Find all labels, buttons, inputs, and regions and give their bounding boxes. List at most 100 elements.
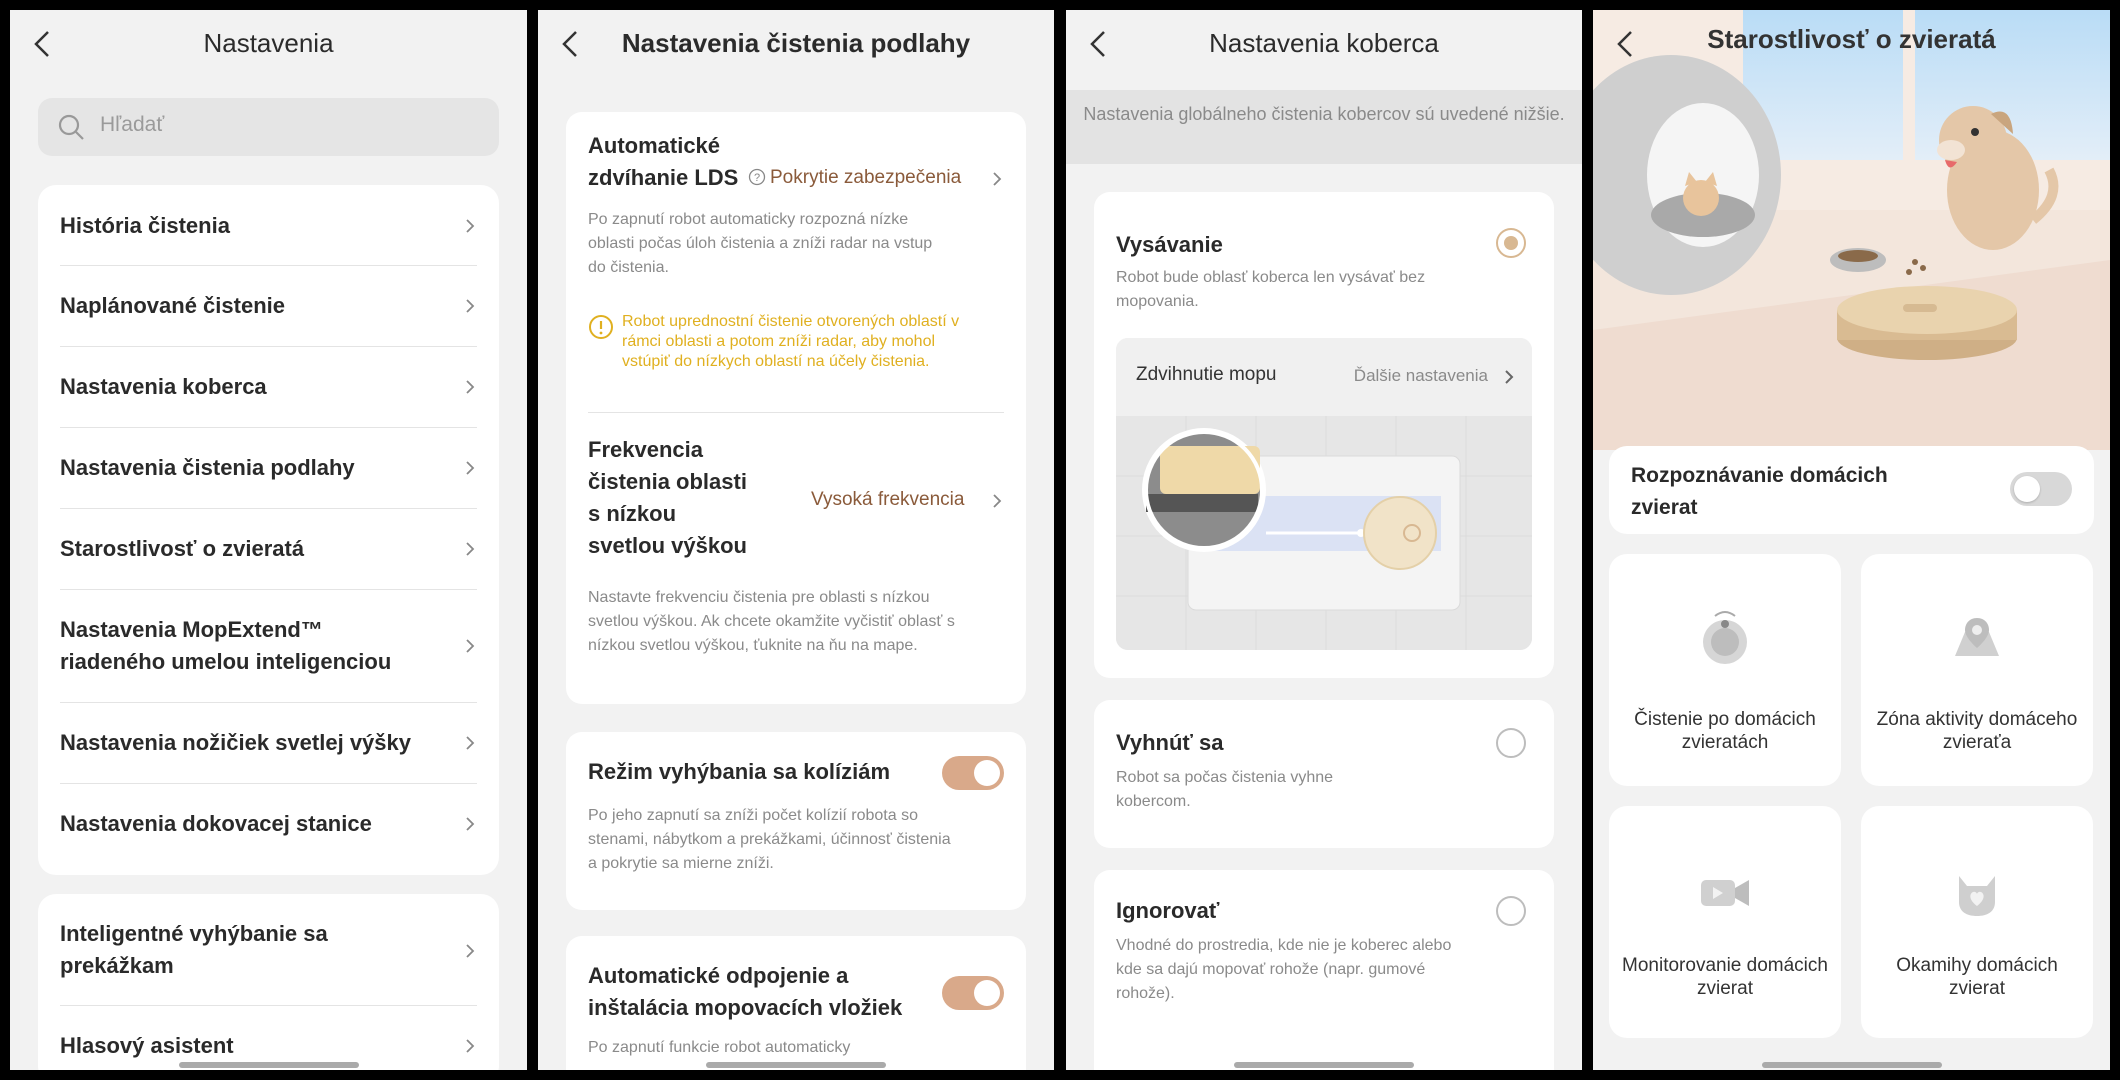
settings-item-obstacle-avoidance[interactable]: Inteligentné vyhýbanie sa prekážkam xyxy=(60,894,477,1006)
home-indicator[interactable] xyxy=(706,1062,886,1068)
page-title: Nastavenia čistenia podlahy xyxy=(621,28,971,58)
mop-lift-label: Zdvihnutie mopu xyxy=(1136,364,1277,385)
low-clearance-frequency-description: Nastavte frekvenciu čistenia pre oblasti… xyxy=(588,589,955,654)
tile-pet-activity-zone[interactable]: Zóna aktivity domáceho zvieraťa xyxy=(1861,554,2093,786)
pet-recognition-toggle[interactable] xyxy=(2010,472,2072,506)
chevron-right-icon xyxy=(463,940,477,962)
home-indicator[interactable] xyxy=(1761,1062,1942,1068)
home-indicator[interactable] xyxy=(178,1062,359,1068)
collision-avoidance-toggle[interactable] xyxy=(942,756,1004,790)
settings-item-label: Starostlivosť o zvieratá xyxy=(60,536,305,561)
option-description: Vhodné do prostredia, kde nie je koberec… xyxy=(1116,937,1452,1002)
lds-settings-card: Automatické zdvíhanie LDS ? Pokrytie zab… xyxy=(566,112,1026,704)
carpet-option-avoid-card[interactable]: Vyhnúť sa Robot sa počas čistenia vyhne … xyxy=(1094,700,1554,848)
option-radio-selected[interactable] xyxy=(1496,228,1526,258)
chevron-right-icon xyxy=(990,168,1004,190)
mop-pads-title: Automatické odpojenie a inštalácia mopov… xyxy=(588,963,903,1020)
mop-pads-card: Automatické odpojenie a inštalácia mopov… xyxy=(566,936,1026,1070)
settings-item-floor-cleaning[interactable]: Nastavenia čistenia podlahy xyxy=(60,428,477,509)
mop-pads-description: Po zapnutí funkcie robot automaticky xyxy=(588,1039,851,1056)
mop-lift-illustration xyxy=(1116,416,1532,650)
chevron-right-icon xyxy=(463,457,477,479)
tile-pet-moments[interactable]: Okamihy domácich zvierat xyxy=(1861,806,2093,1038)
settings-item-pet-care[interactable]: Starostlivosť o zvieratá xyxy=(60,509,477,590)
chevron-right-icon xyxy=(463,376,477,398)
chevron-right-icon xyxy=(463,215,477,237)
option-description: Robot bude oblasť koberca len vysávať be… xyxy=(1116,269,1426,310)
tile-label: Okamihy domácich zvierat xyxy=(1896,955,2058,999)
more-settings-link[interactable]: Ďalšie nastavenia xyxy=(1354,366,1488,386)
toggle-knob xyxy=(974,760,1000,786)
low-clearance-frequency-title: Frekvencia čistenia oblasti s nízkou sve… xyxy=(588,437,747,558)
cat-heart-icon xyxy=(1959,876,1995,916)
option-title: Vysávanie xyxy=(1116,232,1223,257)
toggle-knob xyxy=(2014,476,2040,502)
collision-avoidance-title: Režim vyhýbania sa kolíziám xyxy=(588,759,891,784)
search-input[interactable]: Hľadať xyxy=(38,98,499,156)
settings-item-label: Nastavenia MopExtend™ riadeného umelou i… xyxy=(60,617,392,674)
tile-pet-monitoring[interactable]: Monitorovanie domácich zvierat xyxy=(1609,806,1841,1038)
option-title: Ignorovať xyxy=(1116,898,1220,923)
settings-item-cleaning-history[interactable]: História čistenia xyxy=(60,185,477,266)
page-title: Starostlivosť o zvieratá xyxy=(1707,24,1996,54)
page-title: Nastavenia xyxy=(203,28,334,58)
svg-text:?: ? xyxy=(754,172,760,184)
lds-lift-description: Po zapnutí robot automaticky rozpozná ní… xyxy=(588,211,933,276)
pet-recognition-card: Rozpoznávanie domácich zvierat xyxy=(1609,446,2094,534)
tile-label: Čistenie po domácich zvieratách xyxy=(1634,709,1816,753)
collision-avoidance-card: Režim vyhýbania sa kolíziám Po jeho zapn… xyxy=(566,732,1026,910)
page-title: Nastavenia koberca xyxy=(1209,28,1439,58)
settings-item-label: Nastavenia koberca xyxy=(60,374,267,399)
lds-lift-value: Pokrytie zabezpečenia xyxy=(770,167,962,188)
lds-warning: Robot uprednostní čistenie otvorených ob… xyxy=(588,312,968,372)
top-bar: Nastavenia koberca xyxy=(1066,10,1582,80)
settings-item-carpet[interactable]: Nastavenia koberca xyxy=(60,347,477,428)
settings-item-clearance-feet[interactable]: Nastavenia nožičiek svetlej výšky xyxy=(60,703,477,784)
option-radio[interactable] xyxy=(1496,896,1526,926)
tile-label: Zóna aktivity domáceho zvieraťa xyxy=(1876,709,2078,753)
chevron-right-icon xyxy=(463,813,477,835)
tile-pet-cleaning[interactable]: Čistenie po domácich zvieratách xyxy=(1609,554,1841,786)
info-banner: Nastavenia globálneho čistenia kobercov … xyxy=(1066,90,1582,164)
lds-lift-row[interactable]: Automatické zdvíhanie LDS ? Pokrytie zab… xyxy=(566,112,1026,192)
option-radio[interactable] xyxy=(1496,728,1526,758)
mop-lift-panel: Zdvihnutie mopu Ďalšie nastavenia xyxy=(1116,338,1532,650)
chevron-right-icon xyxy=(463,635,477,657)
settings-item-label: Nastavenia nožičiek svetlej výšky xyxy=(60,730,411,755)
settings-item-label: História čistenia xyxy=(60,213,230,238)
chevron-right-icon xyxy=(1502,366,1516,388)
tile-label: Monitorovanie domácich zvierat xyxy=(1622,955,1828,999)
location-zone-icon xyxy=(1955,618,1999,656)
help-circle-icon[interactable]: ? xyxy=(748,168,766,186)
settings-item-label: Naplánované čistenie xyxy=(60,293,285,318)
top-bar: Starostlivosť o zvieratá xyxy=(1593,10,2110,80)
option-title: Vyhnúť sa xyxy=(1116,730,1224,755)
toggle-knob xyxy=(974,980,1000,1006)
top-bar: Nastavenia čistenia podlahy xyxy=(538,10,1054,80)
chevron-right-icon xyxy=(463,732,477,754)
pet-care-screen: Starostlivosť o zvieratá Rozpoznávanie d… xyxy=(1593,10,2110,1070)
video-camera-icon xyxy=(1701,880,1749,906)
search-icon xyxy=(58,114,84,140)
settings-item-dock-station[interactable]: Nastavenia dokovacej stanice xyxy=(60,784,477,865)
carpet-option-vacuum-card[interactable]: Vysávanie Robot bude oblasť koberca len … xyxy=(1094,192,1554,678)
collision-avoidance-description: Po jeho zapnutí sa zníži počet kolízií r… xyxy=(588,807,951,872)
low-clearance-frequency-value: Vysoká frekvencia xyxy=(811,489,965,510)
settings-item-voice-assistant[interactable]: Hlasový asistent xyxy=(60,1006,477,1070)
pet-recognition-label: Rozpoznávanie domácich zvierat xyxy=(1631,464,1888,519)
home-indicator[interactable] xyxy=(1234,1062,1414,1068)
settings-list-card: História čistenia Naplánované čistenie N… xyxy=(38,185,499,875)
mop-pads-toggle[interactable] xyxy=(942,976,1004,1010)
settings-item-label: Nastavenia čistenia podlahy xyxy=(60,455,355,480)
settings-item-scheduled-cleaning[interactable]: Naplánované čistenie xyxy=(60,266,477,347)
carpet-option-ignore-card[interactable]: Ignorovať Vhodné do prostredia, kde nie … xyxy=(1094,870,1554,1070)
chevron-right-icon xyxy=(990,490,1004,512)
lds-warning-text: Robot uprednostní čistenie otvorených ob… xyxy=(622,313,960,370)
mop-lift-row[interactable]: Zdvihnutie mopu Ďalšie nastavenia xyxy=(1116,338,1532,416)
chevron-right-icon xyxy=(463,295,477,317)
settings-item-mopextend[interactable]: Nastavenia MopExtend™ riadeného umelou i… xyxy=(60,590,477,703)
floor-cleaning-settings-screen: Nastavenia čistenia podlahy Automatické … xyxy=(538,10,1054,1070)
low-clearance-frequency-row[interactable]: Frekvencia čistenia oblasti s nízkou sve… xyxy=(566,412,1026,704)
robot-icon xyxy=(1703,611,1747,664)
carpet-settings-screen: Nastavenia koberca Nastavenia globálneho… xyxy=(1066,10,1582,1070)
